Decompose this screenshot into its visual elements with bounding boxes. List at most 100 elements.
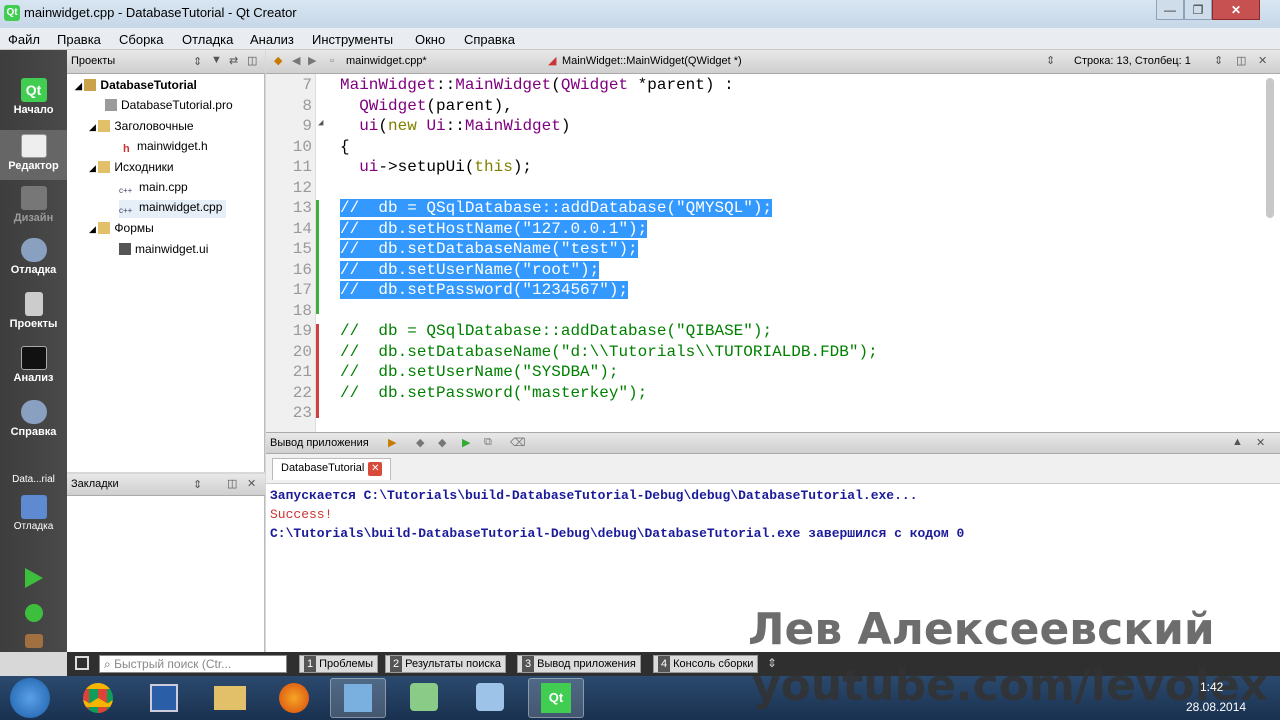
open-file-selector[interactable]: mainwidget.cpp* — [346, 55, 427, 67]
cpp-file-icon: c++ — [119, 186, 133, 195]
chevron-down-icon[interactable]: ⇕ — [193, 55, 202, 68]
mode-analyze[interactable]: Анализ — [0, 346, 67, 384]
maximize-button[interactable]: ❐ — [1184, 0, 1212, 20]
sync-icon[interactable]: ⇄ — [229, 54, 238, 67]
output-line: Success! — [270, 507, 333, 522]
output-tab-label: DatabaseTutorial — [281, 462, 365, 474]
chrome-icon[interactable] — [70, 678, 126, 718]
split-icon[interactable]: ◫ — [227, 477, 237, 490]
filter-icon[interactable]: ▼ — [211, 54, 222, 66]
tree-item-project[interactable]: ◢ DatabaseTutorial — [75, 78, 197, 92]
tree-label: mainwidget.ui — [135, 242, 209, 256]
back-arrow-icon[interactable]: ◀ — [292, 54, 300, 67]
app-icon[interactable] — [396, 678, 452, 718]
chevron-down-icon[interactable]: ⇕ — [193, 478, 202, 491]
tree-item-main-cpp[interactable]: c++ main.cpp — [119, 180, 188, 198]
mode-debug[interactable]: Отладка — [0, 238, 67, 276]
compile-output-button[interactable]: 4 Консоль сборки — [653, 655, 759, 673]
prev-icon[interactable]: ◆ — [416, 436, 424, 449]
menu-help[interactable]: Справка — [464, 32, 515, 47]
locator-input[interactable]: ⌕ Быстрый поиск (Ctr... — [99, 655, 287, 673]
forward-arrow-icon[interactable]: ▶ — [308, 54, 316, 67]
close-icon[interactable]: ✕ — [1256, 436, 1265, 449]
mode-welcome[interactable]: Qt Начало — [0, 78, 67, 116]
symbol-selector[interactable]: MainWidget::MainWidget(QWidget *) — [562, 55, 742, 67]
mode-design[interactable]: Дизайн — [0, 186, 67, 224]
close-icon[interactable]: ✕ — [368, 462, 383, 476]
tree-item-headers[interactable]: ◢ Заголовочные — [89, 119, 194, 133]
folder-icon[interactable] — [202, 678, 258, 718]
attach-icon[interactable]: ⧉ — [484, 436, 492, 449]
close-icon[interactable]: ✕ — [247, 477, 256, 490]
mode-selector: Qt Начало Редактор Дизайн Отладка Проект… — [0, 50, 67, 652]
projects-view-selector[interactable]: Проекты — [71, 55, 115, 67]
maximize-pane-icon[interactable]: ▲ — [1232, 436, 1243, 448]
button-number: 2 — [390, 656, 403, 672]
clock-time: 1:42 — [1200, 680, 1224, 694]
clear-icon[interactable]: ⌫ — [510, 436, 526, 449]
watermark-author: Лев Алексеевский — [748, 604, 1215, 655]
issues-button[interactable]: 1 Проблемы — [299, 655, 379, 673]
tree-item-pro-file[interactable]: DatabaseTutorial.pro — [105, 98, 233, 112]
close-icon[interactable]: ✕ — [1258, 54, 1267, 67]
mode-label: Редактор — [8, 160, 59, 172]
build-button[interactable] — [0, 634, 67, 650]
header-file-icon: h — [123, 143, 130, 155]
menu-edit[interactable]: Правка — [57, 32, 101, 47]
line-number: 22 — [292, 384, 312, 402]
code-line: // db.setUserName("SYSDBA"); — [340, 363, 619, 381]
application-output-button[interactable]: 3 Вывод приложения — [517, 655, 641, 673]
chevron-down-icon[interactable]: ⇕ — [1046, 54, 1055, 67]
target-selector[interactable]: Data...rial Отладка — [0, 474, 67, 532]
bookmarks-view-selector[interactable]: Закладки — [71, 478, 119, 490]
back-icon[interactable]: ◆ — [274, 54, 282, 67]
menu-debug[interactable]: Отладка — [182, 32, 233, 47]
firefox-icon[interactable] — [266, 678, 322, 718]
split-icon[interactable]: ◫ — [247, 54, 257, 67]
fold-icon[interactable]: ◢ — [318, 118, 323, 128]
tree-item-mainwidget-cpp[interactable]: c++ mainwidget.cpp — [119, 200, 227, 218]
tree-label: mainwidget.h — [137, 139, 208, 153]
split-icon[interactable]: ◫ — [1236, 54, 1246, 67]
debug-run-button[interactable] — [0, 604, 67, 624]
start-button[interactable] — [10, 678, 50, 718]
clock-date: 28.08.2014 — [1186, 700, 1247, 714]
editor-scrollbar[interactable] — [1266, 78, 1274, 218]
toggle-sidebar-icon[interactable] — [75, 656, 89, 670]
chevron-down-icon[interactable]: ⇕ — [1214, 54, 1223, 67]
qt-creator-taskbar-icon[interactable]: Qt — [528, 678, 584, 718]
editor-app-icon[interactable] — [330, 678, 386, 718]
close-button[interactable]: ✕ — [1212, 0, 1260, 20]
output-tab[interactable]: DatabaseTutorial ✕ — [272, 458, 392, 480]
title-bar: Qt mainwidget.cpp - DatabaseTutorial - Q… — [0, 0, 1280, 28]
network-app-icon[interactable] — [462, 678, 518, 718]
target-name: Data...rial — [12, 474, 55, 485]
rerun-icon[interactable]: ▶ — [462, 436, 470, 449]
run-icon — [24, 568, 43, 588]
menu-tools[interactable]: Инструменты — [312, 32, 393, 47]
stop-icon[interactable]: ▶ — [388, 436, 396, 449]
symbol-icon: ◢ — [548, 55, 557, 67]
minimize-button[interactable]: — — [1156, 0, 1184, 20]
menu-build[interactable]: Сборка — [119, 32, 164, 47]
run-button[interactable] — [0, 568, 67, 590]
mode-projects[interactable]: Проекты — [0, 292, 67, 330]
line-number: 16 — [292, 261, 312, 279]
qt-app-icon: Qt — [4, 5, 20, 21]
tree-item-header-file[interactable]: h mainwidget.h — [123, 139, 208, 155]
menu-window[interactable]: Окно — [415, 32, 445, 47]
next-icon[interactable]: ◆ — [438, 436, 446, 449]
menu-analyze[interactable]: Анализ — [250, 32, 294, 47]
tree-item-forms[interactable]: ◢ Формы — [89, 221, 154, 235]
mode-editor[interactable]: Редактор — [0, 130, 67, 180]
tree-item-sources[interactable]: ◢ Исходники — [89, 160, 174, 174]
menu-file[interactable]: Файл — [8, 32, 40, 47]
tree-item-ui-file[interactable]: mainwidget.ui — [119, 242, 208, 256]
search-results-button[interactable]: 2 Результаты поиска — [385, 655, 507, 673]
tree-label: Исходники — [114, 160, 174, 174]
mode-help[interactable]: Справка — [0, 400, 67, 438]
code-editor[interactable]: 7 MainWidget::MainWidget(QWidget *parent… — [266, 74, 1280, 432]
save-disk-icon[interactable] — [136, 678, 192, 718]
code-line: // db.setPassword("masterkey"); — [340, 384, 648, 402]
output-pane-header: Вывод приложения ▶ ◆ ◆ ▶ ⧉ ⌫ ▲ ✕ — [266, 432, 1280, 454]
